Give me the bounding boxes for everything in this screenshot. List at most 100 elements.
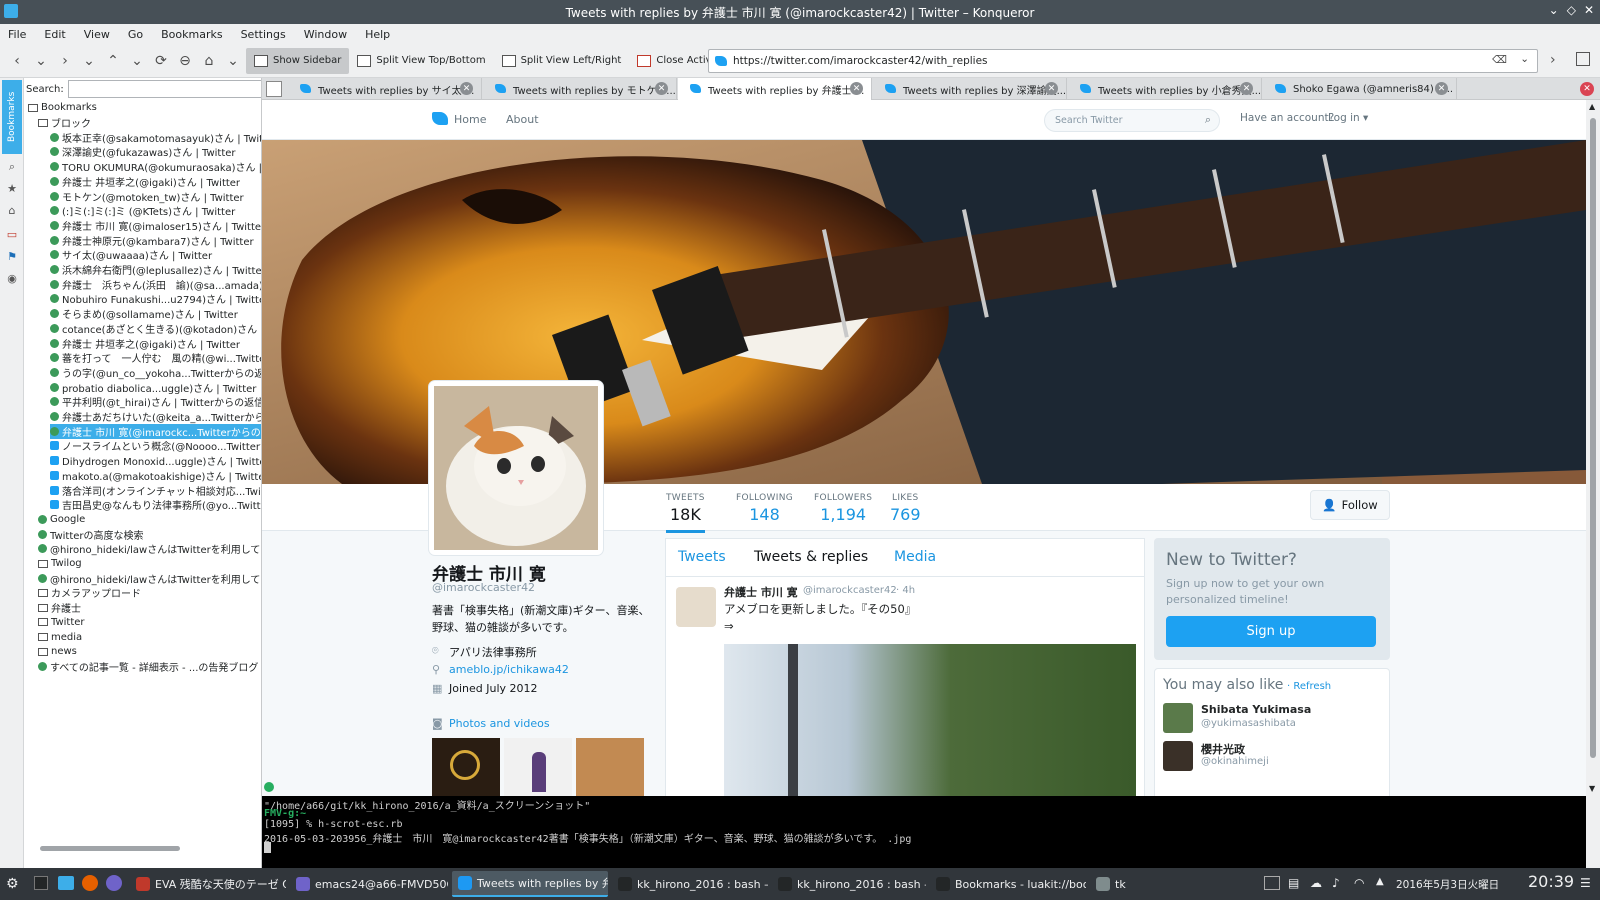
bookmark-item[interactable]: サイ太(@uwaaaa)さん | Twitter <box>50 247 212 262</box>
menu-view[interactable]: View <box>84 28 110 41</box>
folder-sidebar-icon[interactable]: ▭ <box>5 228 19 242</box>
tab-tweets-replies[interactable]: Tweets & replies <box>754 549 868 565</box>
bookmark-item[interactable]: 弁護士神原元(@kambara7)さん | Twitter <box>50 233 254 248</box>
suggested-user-name[interactable]: Shibata Yukimasa <box>1201 703 1311 716</box>
bookmark-item[interactable]: 平井利明(@t_hirai)さん | Twitterからの返信 <box>50 394 261 409</box>
bookmark-item[interactable]: 落合洋司(オンラインチャット相談対応...Twitter <box>50 483 261 498</box>
bookmark-item[interactable]: そらまめ(@sollamame)さん | Twitter <box>50 306 238 321</box>
url-history-icon[interactable]: ⌄ <box>1520 53 1529 65</box>
bookmark-item[interactable]: Nobuhiro Funakushi...u2794)さん | Twitter <box>50 291 261 306</box>
volume-icon[interactable]: ♪ <box>1332 876 1340 890</box>
forward-menu-icon[interactable]: ⌄ <box>78 50 100 72</box>
kde-menu-icon[interactable]: ⚙ <box>6 876 19 892</box>
browser-tab[interactable]: Shoko Egawa (@amneris84) | ... ✕ <box>1263 78 1457 100</box>
bookmark-item[interactable]: @hirono_hideki/lawさんはTwitterを利用していま <box>38 541 261 556</box>
bookmark-item[interactable]: すべての記事一覧 - 詳細表示 - ...の告発ブログ - Y <box>38 659 261 674</box>
menu-go[interactable]: Go <box>128 28 143 41</box>
mail-launcher-icon[interactable] <box>58 876 74 890</box>
new-tab-icon[interactable] <box>1576 52 1590 66</box>
user-avatar[interactable] <box>1163 741 1193 771</box>
bookmark-item[interactable]: (:]ミ(:]ミ(:]ミ (@KTets)さん | Twitter <box>50 203 235 218</box>
taskbar-task[interactable]: EVA 残酷な天使のテーゼ Q... <box>130 871 286 897</box>
taskbar-clock[interactable]: 20:39 <box>1528 872 1574 891</box>
network-sidebar-icon[interactable]: ◉ <box>5 272 19 286</box>
minimize-button[interactable]: ⌄ <box>1549 3 1559 17</box>
nav-about[interactable]: About <box>506 113 539 126</box>
bookmark-item[interactable]: モトケン(@motoken_tw)さん | Twitter <box>50 189 244 204</box>
menu-bookmarks[interactable]: Bookmarks <box>161 28 222 41</box>
tab-tweets[interactable]: Tweets <box>678 549 726 565</box>
photo-thumb[interactable] <box>504 738 572 796</box>
bookmark-item[interactable]: makoto.a(@makotoakishige)さん | Twitter <box>50 468 261 483</box>
stop-icon[interactable]: ⊖ <box>174 50 196 72</box>
reload-icon[interactable]: ⟳ <box>150 50 172 72</box>
tab-media[interactable]: Media <box>894 549 936 565</box>
close-tab-icon[interactable]: ✕ <box>1580 82 1594 96</box>
home-icon[interactable]: ⌂ <box>198 50 220 72</box>
bookmark-item[interactable]: うの字(@un_co__yokoha...Twitterからの返信 <box>50 365 261 380</box>
taskbar-task[interactable]: kk_hirono_2016 : bash — K <box>612 871 768 897</box>
suggested-user-name[interactable]: 櫻井光政 <box>1201 741 1245 757</box>
profile-stat-tweets[interactable]: TWEETS 18K <box>666 493 705 533</box>
bookmark-item[interactable]: 弁護士 市川 寛(@imarockc...Twitterからの返 <box>50 423 261 439</box>
bookmarks-sidebar-tab[interactable]: Bookmarks <box>2 80 22 154</box>
bookmark-folder[interactable]: Twitter <box>38 615 85 630</box>
split-top-bottom-button[interactable]: Split View Top/Bottom <box>349 48 493 74</box>
home-menu-icon[interactable]: ⌄ <box>222 50 244 72</box>
flag-sidebar-icon[interactable]: ⚑ <box>5 250 19 264</box>
close-tab-icon[interactable]: ✕ <box>850 82 863 95</box>
menu-window[interactable]: Window <box>304 28 347 41</box>
profile-stat-followers[interactable]: FOLLOWERS 1,194 <box>814 493 872 524</box>
taskbar-date[interactable]: 2016年5月3日火曜日 <box>1396 877 1499 892</box>
bookmark-folder[interactable]: media <box>38 630 82 645</box>
menu-edit[interactable]: Edit <box>44 28 65 41</box>
bookmark-item[interactable]: @hirono_hideki/lawさんはTwitterを利用していま <box>38 571 261 586</box>
go-icon[interactable]: › <box>1550 52 1556 68</box>
panel-menu-icon[interactable]: ☰ <box>1580 876 1591 890</box>
tray-expand-icon[interactable]: ▲ <box>1376 876 1384 887</box>
bookmark-item[interactable]: cotance(あざとく生きる)(@kotadon)さん | Tw <box>50 321 261 336</box>
bookmark-item[interactable]: TORU OKUMURA(@okumuraosaka)さん | Tw <box>50 159 261 174</box>
maximize-button[interactable]: ◇ <box>1567 3 1576 17</box>
close-tab-icon[interactable]: ✕ <box>655 82 668 95</box>
bookmark-hscroll-thumb[interactable] <box>40 846 180 851</box>
bookmark-item[interactable]: 弁護士 市川 寛(@imaloser15)さん | Twitter <box>50 218 261 233</box>
bookmark-item[interactable]: Google <box>38 512 85 527</box>
sync-icon[interactable]: ☁ <box>1310 876 1322 890</box>
bookmark-folder[interactable]: 弁護士 <box>38 600 81 615</box>
bookmark-item[interactable]: Twitterの高度な検索 <box>38 527 144 542</box>
bookmark-item[interactable]: 深澤諭史(@fukazawas)さん | Twitter <box>50 144 236 159</box>
firefox-launcher-icon[interactable] <box>82 875 98 891</box>
user-avatar[interactable] <box>1163 703 1193 733</box>
new-tab-button[interactable] <box>266 81 282 97</box>
taskbar-task[interactable]: emacs24@a66-FMVD50GN <box>290 871 448 897</box>
nav-home[interactable]: Home <box>454 113 486 126</box>
clear-url-icon[interactable]: ⌫ <box>1492 54 1507 66</box>
embedded-terminal[interactable]: "/home/a66/git/kk_hirono_2016/a_資料/a_スクリ… <box>262 796 1586 868</box>
bookmark-folder[interactable]: ブロック <box>38 115 91 130</box>
keyboard-icon[interactable] <box>1264 876 1280 890</box>
bookmark-folder[interactable]: カメラアップロード <box>38 585 141 600</box>
bookmark-search-input[interactable] <box>67 80 261 98</box>
profile-stat-likes[interactable]: LIKES 769 <box>890 493 921 524</box>
close-tab-icon[interactable]: ✕ <box>1240 82 1253 95</box>
search-icon[interactable]: ⌕ <box>1205 113 1211 127</box>
clipboard-icon[interactable]: ▤ <box>1288 876 1299 890</box>
bookmark-item[interactable]: 蕃を打って 一人佇む 風の精(@wi...Twitter <box>50 350 261 365</box>
follow-button[interactable]: 👤 Follow <box>1310 490 1390 520</box>
bookmark-folder[interactable]: news <box>38 644 77 659</box>
tweet-avatar[interactable] <box>676 587 716 627</box>
browser-tab[interactable]: Tweets with replies by モトケン... ✕ <box>483 78 677 100</box>
photo-thumb[interactable] <box>576 738 644 796</box>
bookmark-item[interactable]: 弁護士あだちけいた(@keita_a...Twitterからの <box>50 409 261 424</box>
bookmark-item[interactable]: 弁護士 井垣孝之(@igaki)さん | Twitter <box>50 336 240 351</box>
taskbar-task[interactable]: Bookmarks - luakit://book <box>930 871 1086 897</box>
back-icon[interactable]: ‹ <box>6 50 28 72</box>
scroll-down-icon[interactable]: ▼ <box>1589 784 1595 793</box>
emacs-launcher-icon[interactable] <box>106 875 122 891</box>
close-tab-icon[interactable]: ✕ <box>460 82 473 95</box>
taskbar-task[interactable]: tk <box>1090 871 1240 897</box>
bookmarks-root[interactable]: Bookmarks <box>28 100 97 115</box>
scrollbar-thumb[interactable] <box>1590 118 1596 758</box>
menu-file[interactable]: File <box>8 28 26 41</box>
